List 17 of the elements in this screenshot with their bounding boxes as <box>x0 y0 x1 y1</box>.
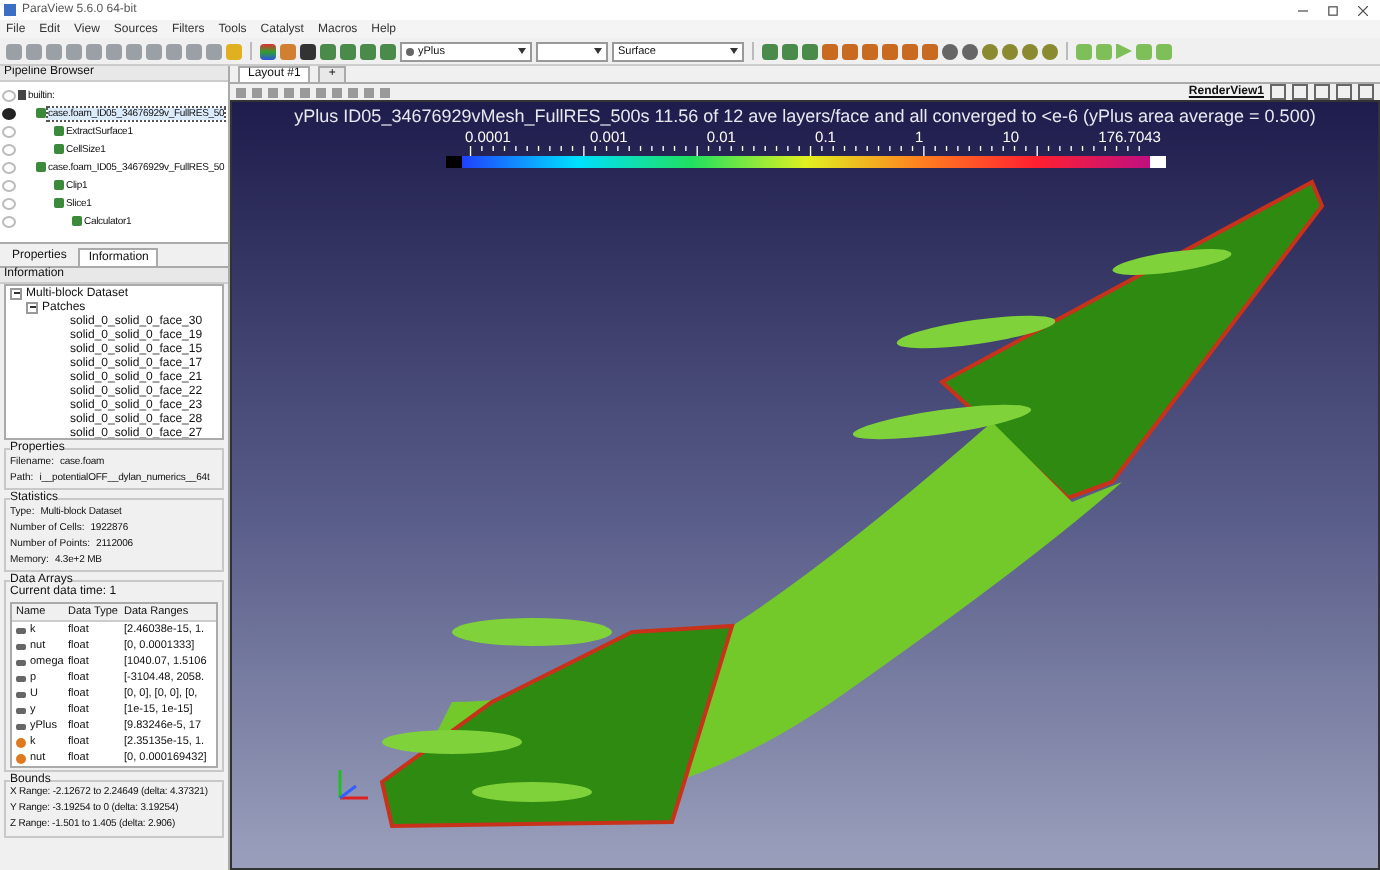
toolbar-square-icon[interactable] <box>252 87 262 97</box>
toolbar-square-icon[interactable] <box>236 87 246 97</box>
server-icon <box>18 90 26 100</box>
toolbar-square-icon[interactable] <box>316 87 326 97</box>
plot-title: yPlus ID05_34676929vMesh_FullRES_500s 11.56 of 12 ave layers/face and all converged to <e-6 (yPlus area average = 0.500) <box>292 106 1318 126</box>
component-dropdown[interactable] <box>536 41 608 61</box>
toolbar-square-icon[interactable] <box>380 87 390 97</box>
toolbar-square-icon[interactable] <box>364 87 374 97</box>
toolbar-square-icon[interactable] <box>348 87 358 97</box>
toolbar-square-icon[interactable] <box>332 87 342 97</box>
minimize-icon[interactable] <box>1298 5 1308 15</box>
visibility-eye-icon[interactable] <box>2 107 16 119</box>
play-icon[interactable] <box>1116 43 1132 59</box>
toolbar-square-icon[interactable] <box>284 87 294 97</box>
toolbar-square-icon[interactable] <box>268 87 278 97</box>
toolbar-square-icon[interactable] <box>300 87 310 97</box>
app-logo-icon <box>4 4 16 16</box>
